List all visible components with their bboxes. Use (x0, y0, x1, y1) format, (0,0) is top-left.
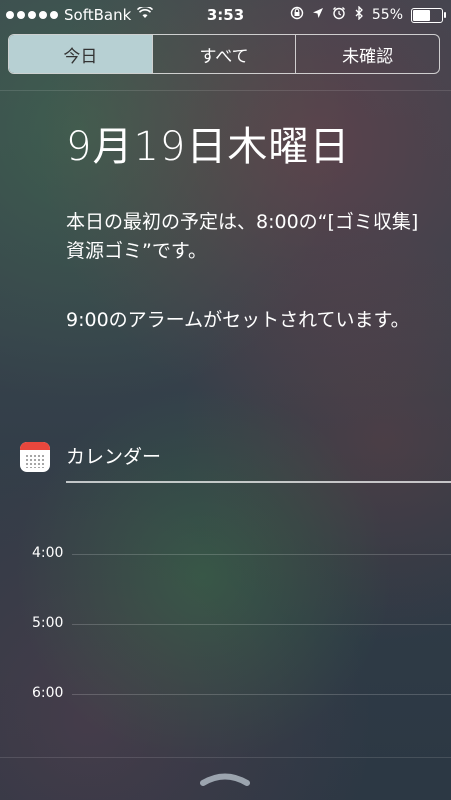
calendar-divider (66, 481, 451, 483)
status-bar: SoftBank 3:53 55% (0, 0, 451, 30)
bottom-divider (0, 757, 451, 758)
notification-center-tabs: 今日 すべて 未確認 (8, 34, 440, 74)
hour-line (72, 694, 451, 695)
calendar-app-icon (20, 442, 50, 472)
status-right-group: 55% (290, 5, 446, 24)
calendar-widget-title: カレンダー (66, 446, 162, 468)
hour-row-6: 6:00 (0, 685, 451, 705)
tab-missed[interactable]: 未確認 (295, 35, 439, 73)
hour-label: 6:00 (32, 685, 64, 701)
hour-line (72, 624, 451, 625)
alarm-summary: 9:00のアラームがセットされています。 (66, 309, 410, 331)
hour-label: 4:00 (32, 545, 64, 561)
battery-fill (413, 9, 430, 21)
battery-percent: 55% (371, 7, 403, 23)
grabber-handle-icon[interactable] (200, 770, 250, 786)
location-icon (312, 7, 324, 23)
bluetooth-icon (354, 5, 364, 24)
alarm-icon (332, 6, 346, 24)
tab-all[interactable]: すべて (151, 35, 296, 73)
battery-icon (411, 7, 446, 23)
rotation-lock-icon (290, 6, 304, 24)
hour-label: 5:00 (32, 615, 64, 631)
today-date: 9月19日木曜日 (66, 124, 351, 170)
today-summary: 本日の最初の予定は、8:00の“[ゴミ収集] 資源ゴミ”です。 (66, 211, 419, 262)
hour-row-4: 4:00 (0, 545, 451, 565)
header-divider (0, 90, 451, 91)
tab-today[interactable]: 今日 (9, 35, 152, 73)
hour-row-5: 5:00 (0, 615, 451, 635)
hour-line (72, 554, 451, 555)
